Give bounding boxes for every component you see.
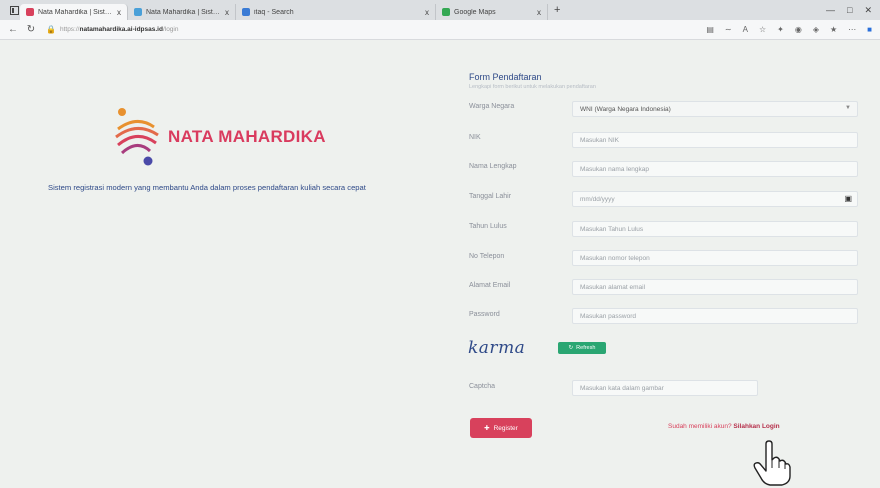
no-telepon-input[interactable]: Masukan nomor telepon: [572, 250, 858, 266]
more-menu-icon[interactable]: ⋯: [848, 25, 856, 34]
alamat-email-input[interactable]: Masukan alamat email: [572, 279, 858, 295]
captcha-input[interactable]: Masukan kata dalam gambar: [572, 380, 758, 396]
brand-name: NATA MAHARDIKA: [168, 127, 326, 146]
login-prompt-text: Sudah memiliki akun?: [668, 423, 734, 430]
refresh-captcha-button[interactable]: ↻ Refresh: [558, 342, 606, 354]
url-host: natamahardika.ai-idpsas.id: [79, 26, 163, 33]
font-icon[interactable]: A: [743, 25, 748, 34]
captcha-label: Captcha: [469, 383, 496, 390]
nik-input[interactable]: Masukan NIK: [572, 132, 858, 148]
browser-tab-bar: Nata Mahardika | Sistem Manaj x Nata Mah…: [0, 0, 880, 20]
back-icon[interactable]: ←: [4, 24, 22, 35]
browser-address-bar: ← ↻ 🔒 https://natamahardika.ai-idpsas.id…: [0, 20, 880, 40]
alamat-email-label: Alamat Email: [469, 282, 511, 289]
nata-mahardika-logo-icon: [115, 108, 159, 166]
tahun-lulus-input[interactable]: Masukan Tahun Lulus: [572, 221, 858, 237]
calendar-icon[interactable]: ▣: [844, 194, 852, 203]
no-telepon-label: No Telepon: [469, 253, 505, 260]
tab-close-icon[interactable]: x: [117, 8, 121, 17]
chevron-down-icon: ▼: [845, 105, 851, 111]
tab-favicon-icon: [442, 8, 450, 16]
tanggal-lahir-input[interactable]: mm/dd/yyyy ▣: [572, 191, 858, 207]
brand-tagline: Sistem registrasi modern yang membantu A…: [48, 183, 366, 192]
window-controls: — □ ✕: [826, 5, 880, 16]
tanggal-lahir-placeholder: mm/dd/yyyy: [580, 196, 615, 203]
tab-nata-mahardika-2[interactable]: Nata Mahardika | Sistem Manaj x: [128, 4, 236, 20]
shield-icon[interactable]: ◈: [813, 25, 819, 34]
refresh-label: Refresh: [576, 345, 596, 351]
tanggal-lahir-label: Tanggal Lahir: [469, 193, 512, 200]
tab-title: Nata Mahardika | Sistem Manaj: [146, 8, 221, 16]
brand-block: NATA MAHARDIKA: [112, 107, 326, 167]
reload-icon[interactable]: ↻: [22, 24, 40, 35]
tab-title: Nata Mahardika | Sistem Manaj: [38, 8, 113, 16]
password-label: Password: [469, 311, 500, 318]
close-window-icon[interactable]: ✕: [864, 5, 872, 16]
read-aloud-icon[interactable]: ▤: [706, 25, 714, 34]
collections-icon[interactable]: ✦: [777, 25, 784, 34]
captcha-image: karma: [468, 338, 526, 358]
login-link[interactable]: Silahkan Login: [733, 423, 779, 430]
tab-close-icon[interactable]: x: [537, 8, 541, 17]
tab-title: Google Maps: [454, 8, 496, 16]
url-field[interactable]: 🔒 https://natamahardika.ai-idpsas.id/log…: [46, 25, 178, 34]
nama-lengkap-input[interactable]: Masukan nama lengkap: [572, 161, 858, 177]
hand-pointer-icon: [753, 440, 791, 486]
favorite-star-icon[interactable]: ☆: [759, 25, 766, 34]
tab-close-icon[interactable]: x: [225, 8, 229, 17]
warga-negara-label: Warga Negara: [469, 103, 515, 110]
lock-icon: 🔒: [46, 25, 56, 34]
nik-label: NIK: [469, 134, 481, 141]
minimize-icon[interactable]: —: [826, 5, 835, 16]
tab-actions-icon[interactable]: [8, 4, 20, 16]
browser-toolbar-icons: ▤ ∼ A ☆ ✦ ◉ ◈ ★ ⋯ ■: [706, 25, 880, 34]
register-button[interactable]: ✚ Register: [470, 418, 532, 438]
new-tab-button[interactable]: +: [554, 4, 560, 16]
url-path: /login: [162, 26, 179, 33]
tab-google-maps[interactable]: Google Maps x: [436, 4, 548, 20]
tab-nata-mahardika[interactable]: Nata Mahardika | Sistem Manaj x: [20, 4, 128, 20]
tahun-lulus-label: Tahun Lulus: [469, 223, 507, 230]
user-plus-icon: ✚: [484, 425, 490, 432]
form-subtitle: Lengkapi form berikut untuk melakukan pe…: [469, 84, 596, 90]
form-title: Form Pendaftaran: [469, 72, 542, 82]
favorites-bar-icon[interactable]: ★: [830, 25, 837, 34]
tab-title: itaq - Search: [254, 8, 294, 16]
tab-search[interactable]: itaq - Search x: [236, 4, 436, 20]
split-screen-icon[interactable]: ∼: [725, 25, 732, 34]
login-prompt: Sudah memiliki akun? Silahkan Login: [668, 423, 780, 430]
warga-negara-select[interactable]: WNI (Warga Negara Indonesia) ▼: [572, 101, 858, 117]
tab-favicon-icon: [134, 8, 142, 16]
tab-close-icon[interactable]: x: [425, 8, 429, 17]
extension-icon[interactable]: ◉: [795, 25, 802, 34]
refresh-icon: ↻: [568, 345, 574, 351]
nama-lengkap-label: Nama Lengkap: [469, 163, 517, 170]
tab-favicon-icon: [26, 8, 34, 16]
profile-icon[interactable]: ■: [867, 25, 872, 34]
tab-favicon-icon: [242, 8, 250, 16]
password-input[interactable]: Masukan password: [572, 308, 858, 324]
warga-negara-value: WNI (Warga Negara Indonesia): [580, 106, 671, 113]
maximize-icon[interactable]: □: [847, 5, 852, 16]
url-prefix: https://: [59, 26, 80, 33]
register-label: Register: [493, 424, 518, 432]
